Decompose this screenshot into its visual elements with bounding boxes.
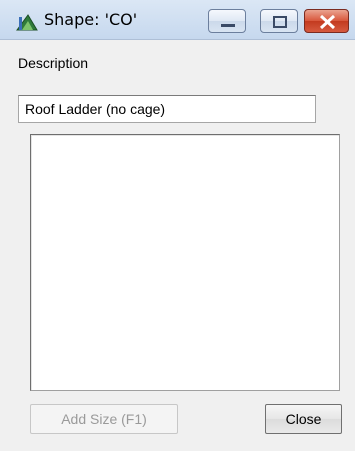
sizes-list[interactable] [30,134,340,391]
minimize-button[interactable] [208,9,246,33]
minimize-icon [221,24,235,27]
window-title: Shape: 'CO' [44,10,138,29]
close-button[interactable]: Close [265,404,342,434]
maximize-button[interactable] [260,9,298,33]
close-icon [319,14,336,30]
shape-app-icon [16,13,38,31]
title-bar[interactable]: Shape: 'CO' [0,0,355,40]
close-window-button[interactable] [304,9,349,33]
shape-dialog: Shape: 'CO' Description Add Size (F1) Cl… [0,0,355,451]
add-size-button[interactable]: Add Size (F1) [30,404,178,434]
maximize-icon [273,16,287,28]
description-input[interactable] [18,95,316,123]
description-label: Description [18,55,89,71]
